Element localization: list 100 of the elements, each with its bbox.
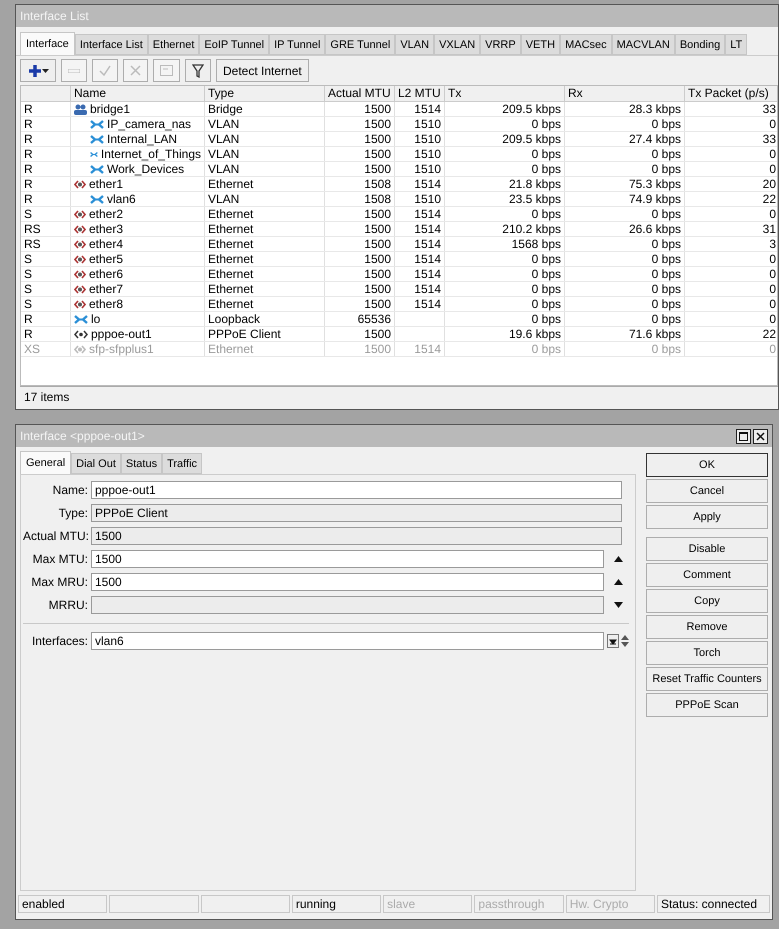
table-row[interactable]: R Work_Devices VLAN 1500 1510 0 bps 0 bps 0 xyxy=(21,162,777,177)
dialog-button[interactable]: Copy xyxy=(646,589,768,613)
table-row[interactable]: R IP_camera_nas VLAN 1500 1510 0 bps 0 bps 0 xyxy=(21,117,777,132)
table-cell: 0 xyxy=(685,252,778,266)
dialog-button[interactable]: Reset Traffic Counters xyxy=(646,667,768,691)
tab[interactable]: GRE Tunnel xyxy=(325,34,396,55)
up-arrow-icon[interactable] xyxy=(614,556,622,562)
field-label: Name: xyxy=(52,483,88,497)
table-row[interactable]: R lo Loopback 65536 0 bps 0 bps 0 xyxy=(21,312,777,327)
add-button[interactable] xyxy=(20,59,56,82)
tab[interactable]: Traffic xyxy=(162,453,202,474)
table-row[interactable]: S ether7 Ethernet 1500 1514 0 bps 0 bps 0 xyxy=(21,282,777,297)
dropdown-icon[interactable] xyxy=(607,634,619,648)
input-field[interactable] xyxy=(91,596,604,614)
tab[interactable]: Ethernet xyxy=(148,34,200,55)
column-header[interactable]: Name xyxy=(71,86,205,101)
table-cell: 33 xyxy=(685,132,778,146)
table-cell: PPPoE Client xyxy=(205,327,325,341)
tab[interactable]: VRRP xyxy=(480,34,521,55)
table-row[interactable]: S ether5 Ethernet 1500 1514 0 bps 0 bps 0 xyxy=(21,252,777,267)
table-row[interactable]: RS ether4 Ethernet 1500 1514 1568 bps 0 bps 3 xyxy=(21,237,777,252)
dialog-button[interactable]: Apply xyxy=(646,505,768,529)
table-cell: 0 xyxy=(685,342,778,356)
tab[interactable]: General xyxy=(20,451,72,474)
close-button[interactable] xyxy=(753,428,768,444)
down-arrow-icon[interactable] xyxy=(614,602,622,608)
filter-button[interactable] xyxy=(185,59,211,82)
table-row[interactable]: R ether1 Ethernet 1508 1514 21.8 kbps 75.3 kbps 20 xyxy=(21,177,777,192)
tab[interactable]: VETH xyxy=(520,34,560,55)
status-cell: passthrough xyxy=(474,895,564,913)
tab[interactable]: IP Tunnel xyxy=(269,34,326,55)
tab[interactable]: MACVLAN xyxy=(612,34,675,55)
detect-internet-button[interactable]: Detect Internet xyxy=(216,59,309,82)
tab[interactable]: MACsec xyxy=(560,34,612,55)
table-cell: 1514 xyxy=(395,177,445,191)
table-row[interactable]: R Internet_of_Things VLAN 1500 1510 0 bps 0 bps 0 xyxy=(21,147,777,162)
table-cell: R xyxy=(21,132,71,146)
input-field[interactable]: vlan6 xyxy=(91,632,604,650)
table-cell: 0 bps xyxy=(445,312,565,326)
table-cell: ether8 xyxy=(89,297,124,311)
column-header[interactable]: Type xyxy=(205,86,325,101)
column-header[interactable]: L2 MTU xyxy=(395,86,445,101)
table-cell: VLAN xyxy=(205,147,325,161)
tab[interactable]: VLAN xyxy=(395,34,434,55)
tunnel-icon xyxy=(74,328,88,340)
bridge-icon xyxy=(74,104,87,114)
input-field[interactable]: 1500 xyxy=(91,573,604,591)
tab[interactable]: EoIP Tunnel xyxy=(199,34,270,55)
table-cell: 1568 bps xyxy=(445,237,565,251)
tab[interactable]: Interface List xyxy=(74,34,148,55)
table-cell: 1510 xyxy=(395,147,445,161)
tab[interactable]: Bonding xyxy=(674,34,726,55)
tab[interactable]: Dial Out xyxy=(71,453,121,474)
dialog-button[interactable]: PPPoE Scan xyxy=(646,693,768,717)
maximize-button[interactable] xyxy=(736,428,751,444)
dialog-button[interactable]: Remove xyxy=(646,615,768,639)
column-header[interactable]: Rx xyxy=(565,86,685,101)
dialog-button[interactable]: Disable xyxy=(646,537,768,561)
input-field[interactable]: 1500 xyxy=(91,527,622,545)
up-arrow-icon[interactable] xyxy=(614,579,622,585)
table-row[interactable]: S ether8 Ethernet 1500 1514 0 bps 0 bps 0 xyxy=(21,297,777,312)
table-cell: R xyxy=(21,117,71,131)
tab[interactable]: Interface xyxy=(20,32,75,55)
table-cell: 0 bps xyxy=(445,342,565,356)
table-row[interactable]: RS ether3 Ethernet 1500 1514 210.2 kbps 26.6 kbps 31 xyxy=(21,222,777,237)
column-header[interactable]: Tx Packet (p/s) xyxy=(685,86,778,101)
input-field[interactable]: PPPoE Client xyxy=(91,504,622,522)
port-icon xyxy=(74,254,86,264)
table-cell: 26.6 kbps xyxy=(565,222,685,236)
dialog-button[interactable]: Comment xyxy=(646,563,768,587)
x-icon xyxy=(130,65,141,76)
up-down-icon[interactable] xyxy=(621,635,629,647)
dialog-button[interactable]: OK xyxy=(646,453,768,477)
port-icon xyxy=(74,224,86,234)
table-row[interactable]: R vlan6 VLAN 1508 1510 23.5 kbps 74.9 kbps 22 xyxy=(21,192,777,207)
tab[interactable]: LT xyxy=(725,34,748,55)
table-row[interactable]: S ether2 Ethernet 1500 1514 0 bps 0 bps 0 xyxy=(21,207,777,222)
table-cell: Ethernet xyxy=(205,297,325,311)
tab[interactable]: VXLAN xyxy=(434,34,480,55)
dialog-button[interactable]: Cancel xyxy=(646,479,768,503)
table-cell: Ethernet xyxy=(205,342,325,356)
status-cell: slave xyxy=(383,895,472,913)
tab[interactable]: Status xyxy=(120,453,162,474)
dialog-button[interactable]: Torch xyxy=(646,641,768,665)
table-cell: R xyxy=(21,192,71,206)
table-cell: 1510 xyxy=(395,117,445,131)
input-field[interactable]: 1500 xyxy=(91,550,604,568)
column-header[interactable]: Actual MTU xyxy=(325,86,395,101)
table-row[interactable]: R bridge1 Bridge 1500 1514 209.5 kbps 28.3 kbps 33 xyxy=(21,102,777,117)
table-cell: IP_camera_nas xyxy=(107,117,192,131)
port-icon xyxy=(74,268,86,280)
input-field[interactable]: pppoe-out1 xyxy=(91,481,622,499)
table-cell: 74.9 kbps xyxy=(565,192,685,206)
table-row[interactable]: R pppoe-out1 PPPoE Client 1500 19.6 kbps 71.6 kbps 22 xyxy=(21,327,777,342)
column-header[interactable]: Tx xyxy=(445,86,565,101)
table-row[interactable]: R Internal_LAN VLAN 1500 1510 209.5 kbps 27.4 kbps 33 xyxy=(21,132,777,147)
table-row[interactable]: S ether6 Ethernet 1500 1514 0 bps 0 bps 0 xyxy=(21,267,777,282)
table-cell: RS xyxy=(21,222,71,236)
table-cell: 65536 xyxy=(325,312,395,326)
table-cell: 1514 xyxy=(395,297,445,311)
